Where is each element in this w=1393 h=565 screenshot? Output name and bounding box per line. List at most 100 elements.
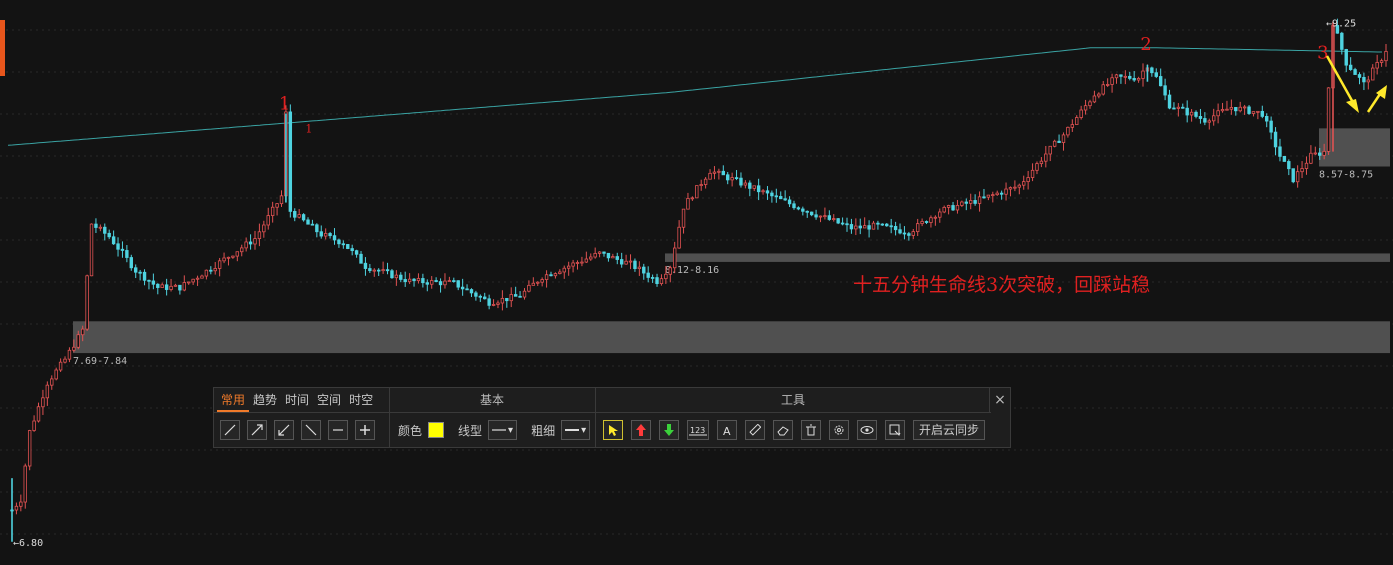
candle-body (823, 215, 827, 218)
line-tool-icon[interactable] (220, 420, 240, 440)
tab-4[interactable]: 时空 (345, 388, 377, 412)
candle-body (1348, 64, 1353, 70)
candle-body (730, 177, 734, 181)
eraser-tool-icon[interactable] (773, 420, 793, 440)
candle-body (619, 259, 624, 265)
candle-body (1163, 85, 1167, 96)
color-label: 颜色 (398, 423, 423, 438)
cloud-sync-button[interactable]: 开启云同步 (913, 420, 986, 440)
cursor-tool-icon[interactable] (603, 420, 623, 440)
gear-icon[interactable] (829, 420, 849, 440)
candle-body (505, 297, 509, 302)
candle-body (293, 210, 297, 218)
trash-icon[interactable] (801, 420, 821, 440)
candle-body (633, 260, 637, 269)
candle-body (1203, 118, 1207, 123)
down-arrow-icon[interactable] (659, 420, 679, 440)
candle-body (248, 241, 253, 245)
candlestick-chart[interactable]: 7.69-7.848.12-8.168.57-8.75 ←9.25 ←6.80 1 1… (0, 0, 1393, 565)
candle-body (1039, 160, 1044, 165)
candle-body (1022, 181, 1026, 186)
tab-0[interactable]: 常用 (217, 388, 250, 412)
candle-body (36, 406, 41, 422)
candle-body (748, 182, 752, 189)
candle-body (858, 225, 862, 229)
candle-body (103, 226, 107, 234)
candle-body (1105, 84, 1110, 86)
up-arrow-icon[interactable] (631, 420, 651, 440)
tab-2[interactable]: 时间 (281, 388, 313, 412)
candle-body (681, 208, 686, 228)
candle-body (1278, 146, 1282, 157)
candle-body (690, 197, 695, 200)
tab-3[interactable]: 空间 (313, 388, 345, 412)
candle-body (1242, 106, 1247, 109)
eye-icon[interactable] (857, 420, 877, 440)
candle-body (262, 224, 266, 233)
candle-body (1075, 117, 1079, 125)
horizontal-line-tool-icon[interactable] (328, 420, 348, 440)
candle-body (1291, 168, 1295, 183)
candle-body (893, 226, 898, 231)
number-tool-icon[interactable]: 123 (687, 420, 709, 440)
candle-body (1150, 67, 1154, 74)
candle-body (341, 243, 346, 246)
candle-body (871, 222, 876, 230)
cross-tool-icon[interactable] (355, 420, 375, 440)
candle-body (443, 280, 447, 286)
candle-body (1300, 168, 1304, 173)
candle-body (911, 231, 915, 236)
color-swatch[interactable] (428, 422, 445, 438)
candle-body (1070, 124, 1075, 128)
candle-body (120, 248, 125, 251)
candle-body (677, 226, 681, 249)
tools-section-title: 工具 (595, 388, 991, 413)
candle-body (1225, 108, 1229, 111)
low-price-label: ←6.80 (13, 538, 43, 549)
close-icon[interactable]: × (989, 388, 1010, 412)
candle-body (779, 196, 783, 200)
annotation-number: 1 (305, 123, 312, 136)
candle-body (756, 185, 761, 193)
chevron-down-icon: ▾ (508, 424, 514, 436)
candle-body (390, 270, 394, 279)
candle-body (862, 225, 867, 229)
candle-body (1048, 145, 1052, 155)
text-tool-icon[interactable]: A (717, 420, 737, 440)
annotation-number: 2 (1140, 34, 1151, 55)
candle-body (628, 260, 633, 263)
candle-body (1273, 131, 1278, 148)
candle-body (1017, 184, 1022, 188)
candle-body (1154, 72, 1158, 77)
candle-body (840, 222, 845, 225)
candle-body (536, 281, 540, 284)
candle-body (1211, 115, 1216, 122)
candle-body (659, 278, 664, 284)
candle-body (787, 199, 792, 205)
candle-body (854, 225, 858, 230)
ray-tool-icon[interactable] (247, 420, 267, 440)
line-type-dropdown[interactable]: ▾ (488, 420, 518, 440)
screenshot-tool-icon[interactable] (885, 420, 905, 440)
candle-body (1110, 77, 1114, 85)
candle-body (275, 203, 279, 208)
segment-tool-icon[interactable] (274, 420, 294, 440)
candle-body (818, 215, 823, 218)
tab-1[interactable]: 趋势 (249, 388, 281, 412)
support-zones: 7.69-7.848.12-8.168.57-8.75 (73, 128, 1390, 367)
candle-body (1216, 110, 1220, 117)
candle-body (1167, 94, 1172, 109)
candle-body (915, 223, 920, 233)
candle-body (1123, 75, 1128, 78)
candle-body (686, 198, 690, 210)
candle-body (147, 279, 151, 282)
candle-body (469, 289, 474, 294)
down-line-tool-icon[interactable] (301, 420, 321, 440)
candle-body (425, 282, 429, 285)
ruler-tool-icon[interactable] (745, 420, 765, 440)
thickness-label: 粗细 (531, 423, 556, 438)
candle-body (584, 258, 589, 263)
thickness-dropdown[interactable]: ▾ (561, 420, 591, 440)
candle-body (606, 252, 611, 259)
candle-body (465, 288, 469, 291)
